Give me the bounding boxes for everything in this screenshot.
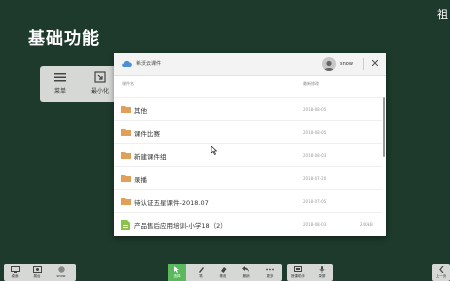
more-icon (266, 268, 274, 271)
cloud-icon (122, 60, 132, 67)
file-row[interactable]: 课件比赛 2018-08-05 (114, 120, 382, 143)
folder-icon (121, 129, 131, 136)
floating-toolbar: 菜单 最小化 (40, 66, 124, 102)
desktop-label: 桌面 (11, 274, 19, 278)
column-header-name[interactable]: 课件名 (122, 81, 134, 87)
file-date: 2018-07-05 (303, 199, 327, 204)
desktop-icon (10, 266, 20, 273)
record-label: 录屏 (318, 274, 326, 278)
folder-icon (121, 152, 131, 159)
scrollbar[interactable] (383, 97, 385, 157)
file-name: 产品售后应用培训-小学18（2） (134, 222, 227, 230)
menu-label: 菜单 (53, 88, 66, 95)
mouse-cursor-icon (211, 146, 218, 155)
mic-icon (319, 266, 325, 273)
booth-label: 展台 (33, 274, 41, 278)
bottom-toolbar: 桌面 展台 snow 选择 笔 橡皮 撤销 更多 授课助手 录屏 上一页 (0, 262, 450, 281)
prev-page-button[interactable]: 上一页 (432, 264, 450, 281)
undo-icon (242, 266, 249, 273)
column-header-date[interactable]: 最新修改 (303, 81, 319, 87)
file-name: 课件比赛 (134, 130, 160, 138)
avatar-icon (57, 266, 65, 273)
select-button[interactable]: 选择 (168, 264, 186, 281)
file-name: 其他 (134, 107, 147, 115)
more-label: 更多 (266, 274, 274, 278)
header-divider (363, 58, 364, 70)
file-name: 录播 (134, 176, 147, 184)
folder-icon (121, 198, 131, 205)
minimize-button[interactable]: 最小化 (82, 70, 118, 95)
folder-icon (121, 175, 131, 182)
minimize-icon (94, 71, 106, 83)
eraser-icon (220, 267, 226, 273)
folder-icon (121, 106, 131, 113)
cloud-courseware-dialog: 希沃云课件 snow ✕ 课件名 最新修改 其他 2018-08-05 课件比赛… (114, 53, 386, 236)
undo-button[interactable]: 撤销 (237, 264, 255, 281)
eraser-button[interactable]: 橡皮 (214, 264, 232, 281)
file-name: 待认证五星课件-2018.07 (134, 199, 209, 207)
pen-button[interactable]: 笔 (192, 264, 210, 281)
user-button[interactable]: snow (52, 264, 70, 281)
assistant-tool-group: 授课助手 录屏 (287, 264, 333, 281)
user-avatar-icon (324, 60, 334, 71)
close-button[interactable]: ✕ (369, 57, 381, 71)
assistant-button[interactable]: 授课助手 (289, 264, 307, 281)
prev-page-label: 上一页 (435, 274, 447, 278)
left-tool-group: 桌面 展台 snow (4, 264, 76, 281)
eraser-label: 橡皮 (219, 274, 227, 278)
assistant-label: 授课助手 (291, 274, 305, 278)
file-name: 新建课件组 (134, 153, 167, 161)
file-date: 2018-08-03 (303, 153, 327, 158)
dialog-title: 希沃云课件 (136, 61, 162, 67)
user-label: snow (56, 274, 66, 278)
file-row[interactable]: 待认证五星课件-2018.07 2018-07-05 (114, 189, 382, 212)
document-icon (121, 220, 130, 230)
file-row[interactable]: 产品售后应用培训-小学18（2） 2018-08-03 240kB (114, 212, 382, 235)
assistant-icon (294, 266, 302, 272)
pen-label: 笔 (199, 274, 203, 278)
close-icon: ✕ (370, 57, 380, 70)
booth-button[interactable]: 展台 (28, 264, 46, 281)
center-tool-group: 选择 笔 橡皮 撤销 更多 (168, 264, 282, 281)
menu-icon (54, 73, 66, 82)
record-button[interactable]: 录屏 (313, 264, 331, 281)
right-tool-group: 上一页 (432, 264, 450, 281)
more-button[interactable]: 更多 (261, 264, 279, 281)
avatar[interactable] (322, 57, 336, 71)
prev-page-icon (438, 266, 443, 273)
user-name: snow (340, 61, 353, 67)
minimize-label: 最小化 (90, 88, 109, 95)
pointer-icon (174, 266, 179, 273)
dialog-header: 希沃云课件 snow ✕ (114, 53, 386, 76)
select-label: 选择 (173, 274, 181, 278)
file-date: 2018-07-20 (303, 176, 327, 181)
file-row[interactable]: 新建课件组 2018-08-03 (114, 143, 382, 166)
file-row[interactable]: 录播 2018-07-20 (114, 166, 382, 189)
desktop-button[interactable]: 桌面 (6, 264, 24, 281)
file-date: 2018-08-05 (303, 130, 327, 135)
page-title: 基础功能 (28, 29, 100, 49)
pen-icon (198, 267, 204, 273)
file-date: 2018-08-03 (303, 222, 327, 227)
undo-label: 撤销 (242, 274, 250, 278)
menu-button[interactable]: 菜单 (42, 70, 78, 95)
corner-text: 祖 (437, 8, 448, 21)
booth-icon (32, 266, 42, 273)
file-size: 240kB (360, 222, 373, 227)
file-row[interactable]: 其他 2018-08-05 (114, 97, 382, 120)
file-date: 2018-08-05 (303, 107, 327, 112)
